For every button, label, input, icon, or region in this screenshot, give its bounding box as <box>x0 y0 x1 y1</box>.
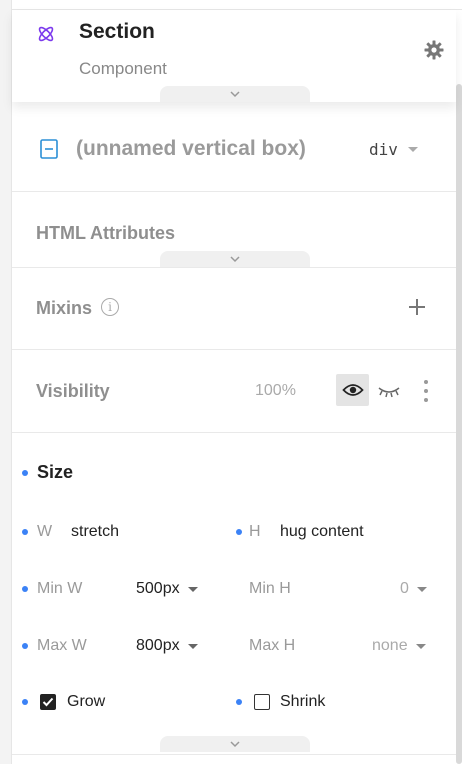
component-collapse-toggle[interactable] <box>160 86 310 102</box>
grow-label[interactable]: Grow <box>67 693 105 711</box>
height-value[interactable]: hug content <box>280 523 364 541</box>
chevron-down-icon <box>230 91 240 98</box>
html-attributes-expand-toggle[interactable] <box>160 251 310 267</box>
shrink-checkbox[interactable] <box>254 694 270 710</box>
max-height-select[interactable]: none <box>372 637 426 655</box>
info-icon[interactable]: i <box>101 298 119 316</box>
component-header: Section Component <box>12 10 456 102</box>
caret-down-icon <box>187 586 198 592</box>
caret-down-icon <box>416 586 427 592</box>
w-set-indicator <box>22 529 28 535</box>
min-height-value: 0 <box>400 580 409 597</box>
min-height-select[interactable]: 0 <box>400 580 427 598</box>
shrink-set-indicator <box>236 699 242 705</box>
max-height-value: none <box>372 637 408 654</box>
height-label: H <box>249 523 261 540</box>
max-width-label: Max W <box>37 637 87 654</box>
caret-down-icon <box>407 147 418 152</box>
left-gutter <box>0 0 12 764</box>
tag-select[interactable]: div <box>369 140 418 159</box>
size-collapse-toggle[interactable] <box>160 736 310 752</box>
tag-select-value: div <box>369 140 398 159</box>
component-title: Section <box>79 20 155 43</box>
scrollbar[interactable] <box>456 84 462 764</box>
caret-down-icon <box>415 643 426 649</box>
min-width-value: 500px <box>136 580 180 597</box>
hidden-toggle-button[interactable] <box>376 381 402 401</box>
component-icon <box>38 26 54 42</box>
mixins-title: Mixins <box>36 298 93 318</box>
min-w-set-indicator <box>22 586 28 592</box>
checkmark-icon <box>42 697 54 707</box>
min-width-label: Min W <box>37 580 83 597</box>
element-name[interactable]: (unnamed vertical box) <box>76 137 306 161</box>
chevron-down-icon <box>230 741 240 748</box>
top-strip <box>12 0 462 10</box>
gear-icon[interactable] <box>424 40 444 60</box>
caret-down-icon <box>187 643 198 649</box>
max-height-label: Max H <box>249 637 296 654</box>
min-width-select[interactable]: 500px <box>136 580 198 598</box>
width-value[interactable]: stretch <box>71 523 119 541</box>
more-options-icon[interactable] <box>422 380 430 402</box>
size-set-indicator <box>22 470 28 476</box>
max-width-select[interactable]: 800px <box>136 637 198 655</box>
shrink-label[interactable]: Shrink <box>280 693 325 711</box>
grow-checkbox[interactable] <box>40 694 56 710</box>
max-width-value: 800px <box>136 637 180 654</box>
vertical-box-icon <box>40 139 58 159</box>
visibility-title: Visibility <box>36 381 110 401</box>
component-subtitle: Component <box>79 59 167 78</box>
size-title: Size <box>37 462 74 482</box>
width-label: W <box>37 523 53 540</box>
h-set-indicator <box>236 529 242 535</box>
chevron-down-icon <box>230 256 240 263</box>
max-w-set-indicator <box>22 643 28 649</box>
grow-set-indicator <box>22 699 28 705</box>
eye-closed-icon <box>378 387 400 398</box>
html-attributes-title[interactable]: HTML Attributes <box>36 223 175 244</box>
eye-icon <box>341 384 364 396</box>
add-mixin-plus-icon[interactable] <box>409 299 425 315</box>
min-height-label: Min H <box>249 580 291 597</box>
visibility-opacity-value[interactable]: 100% <box>255 382 296 400</box>
visible-toggle-button[interactable] <box>336 374 369 406</box>
